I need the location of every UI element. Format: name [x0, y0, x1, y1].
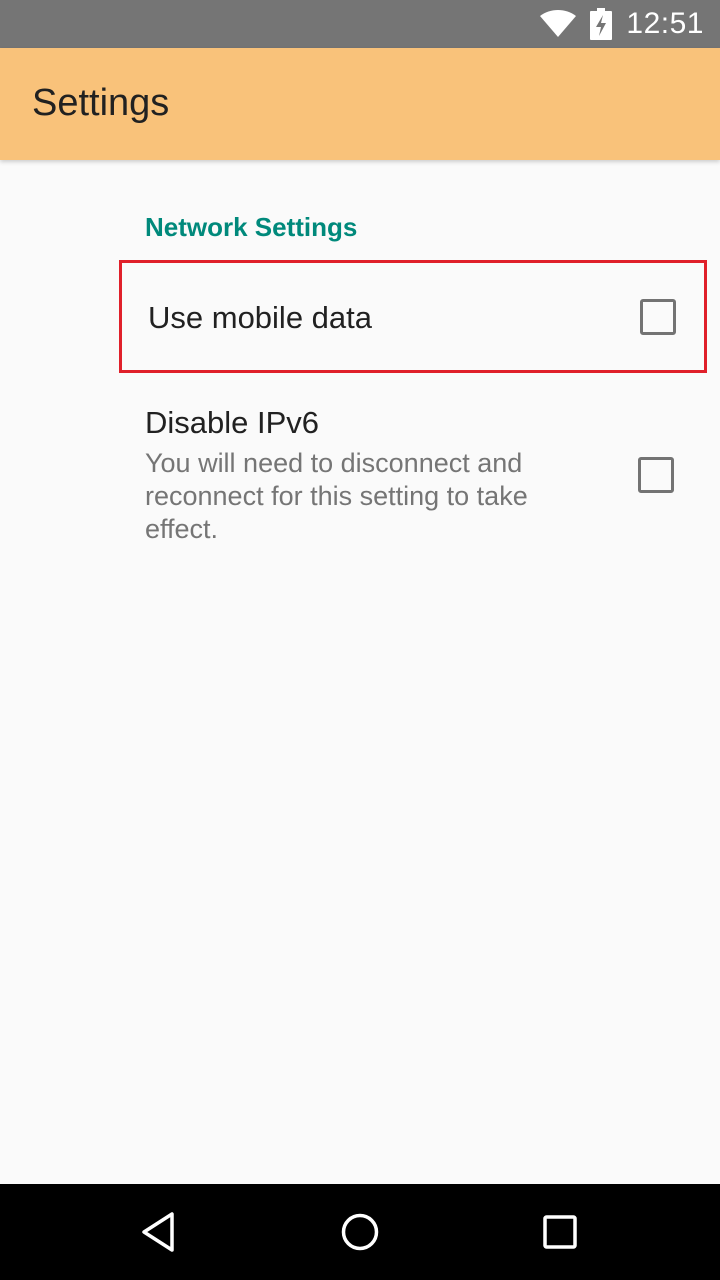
- recents-icon[interactable]: [536, 1208, 584, 1256]
- status-icons: 12:51: [540, 0, 704, 48]
- pref-disable-ipv6[interactable]: Disable IPv6 You will need to disconnect…: [119, 373, 707, 563]
- status-bar: 12:51: [0, 0, 720, 48]
- page-title: Settings: [32, 82, 170, 124]
- disable-ipv6-checkbox[interactable]: [638, 457, 674, 493]
- pref-title: Disable IPv6: [145, 405, 320, 440]
- use-mobile-data-checkbox[interactable]: [640, 299, 676, 335]
- preferences-list: Network Settings Use mobile data Disable…: [0, 160, 720, 1184]
- pref-summary: You will need to disconnect and reconnec…: [145, 448, 528, 544]
- back-icon[interactable]: [136, 1208, 184, 1256]
- battery-charging-icon: [590, 8, 613, 40]
- pref-title: Use mobile data: [148, 300, 373, 335]
- wifi-icon: [540, 10, 577, 37]
- navigation-bar: [0, 1184, 720, 1280]
- home-icon[interactable]: [336, 1208, 384, 1256]
- category-title-network: Network Settings: [145, 212, 358, 242]
- pref-use-mobile-data[interactable]: Use mobile data: [119, 260, 707, 373]
- app-bar: Settings: [0, 48, 720, 160]
- status-time: 12:51: [626, 7, 704, 40]
